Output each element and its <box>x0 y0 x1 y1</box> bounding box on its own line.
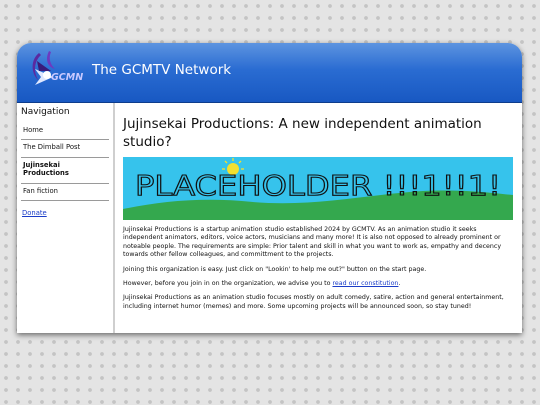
nav-list: Home The Dimball Post Jujinsekai Product… <box>21 123 109 202</box>
nav-item-home[interactable]: Home <box>21 123 109 141</box>
constitution-link[interactable]: read our constitution <box>332 280 398 287</box>
constitution-text: However, before you join in on the organ… <box>123 279 333 287</box>
nav-item-jujinsekai-productions[interactable]: Jujinsekai Productions <box>21 158 109 184</box>
gcmn-logo-icon[interactable]: GCMN <box>27 49 93 91</box>
main-content: Jujinsekai Productions: A new independen… <box>123 116 513 311</box>
site-title: The GCMTV Network <box>92 62 232 78</box>
constitution-period: . <box>398 279 401 287</box>
joining-paragraph: Joining this organization is easy. Just … <box>123 265 427 273</box>
browser-page-window: GCMN The GCMTV Network Navigation Home T… <box>17 43 522 333</box>
nav-item-fan-fiction[interactable]: Fan fiction <box>21 184 109 202</box>
nav-item-dimball-post[interactable]: The Dimball Post <box>21 140 109 158</box>
page-title: Jujinsekai Productions: A new independen… <box>123 116 482 150</box>
intro-paragraph: Jujinsekai Productions is a startup anim… <box>123 226 502 259</box>
constitution-paragraph: However, before you join in on the organ… <box>123 280 513 288</box>
donate-link[interactable]: Donate <box>22 209 47 217</box>
logo-lettering: GCMN <box>51 72 83 83</box>
banner-placeholder-text: PLACEHOLDER !!!1!!1! <box>135 169 501 202</box>
focus-paragraph: Jujinsekai Productions as an animation s… <box>123 294 504 310</box>
nav-heading: Navigation <box>21 107 70 117</box>
site-header: GCMN The GCMTV Network <box>17 43 522 103</box>
sidebar-navigation: Navigation Home The Dimball Post Jujinse… <box>17 103 115 333</box>
placeholder-banner-image: PLACEHOLDER !!!1!!1! <box>123 157 513 221</box>
